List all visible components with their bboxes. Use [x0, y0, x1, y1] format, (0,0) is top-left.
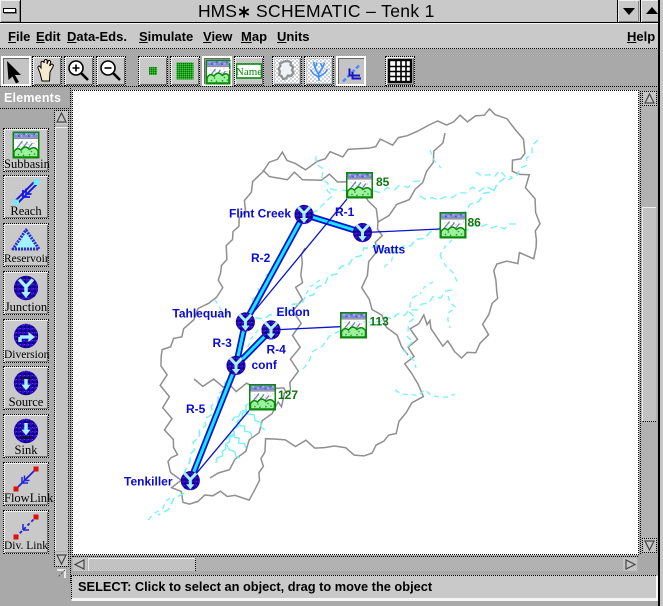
svg-text:Name: Name: [236, 66, 262, 78]
svg-text:R-3: R-3: [213, 336, 233, 350]
svg-text:Flint Creek: Flint Creek: [229, 207, 291, 221]
svg-text:Tenkiller: Tenkiller: [124, 475, 173, 489]
svg-text:85: 85: [376, 175, 390, 189]
svg-text:113: 113: [370, 315, 390, 329]
svg-text:86: 86: [468, 216, 482, 230]
svg-text:conf: conf: [252, 358, 278, 372]
svg-text:R-1: R-1: [335, 205, 355, 219]
svg-text:Eldon: Eldon: [277, 305, 310, 319]
svg-text:Tahlequah: Tahlequah: [172, 307, 231, 321]
svg-text:R-2: R-2: [251, 251, 271, 265]
svg-text:Watts: Watts: [373, 243, 406, 257]
svg-text:127: 127: [278, 388, 298, 402]
svg-text:R-5: R-5: [186, 402, 206, 416]
svg-text:R-4: R-4: [267, 343, 287, 357]
